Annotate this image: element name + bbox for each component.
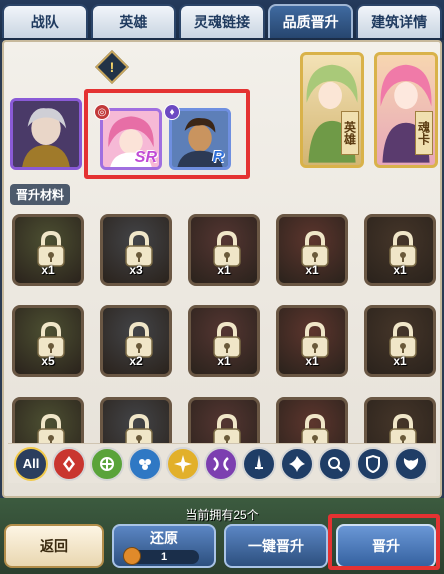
tab-bar: 战队 英雄 灵魂链接 品质晋升 建筑详情 (0, 0, 444, 40)
lock-icon (125, 231, 153, 267)
lock-icon (389, 322, 417, 359)
restore-cost: 1 (123, 547, 199, 565)
material-count: x1 (305, 354, 319, 369)
material-slot[interactable]: x1 (188, 305, 260, 378)
tab-soul-link[interactable]: 灵魂链接 (179, 4, 265, 38)
exclamation-icon[interactable]: ! (95, 50, 129, 84)
shuriken-class-icon (289, 455, 305, 472)
material-count: x1 (393, 263, 407, 277)
water-element-icon (139, 458, 151, 470)
bomb-icon (123, 547, 141, 565)
material-slot[interactable]: x3 (100, 214, 172, 286)
material-slot[interactable]: x1 (188, 214, 260, 286)
back-button-label: 返回 (40, 538, 68, 554)
material-count: x3 (129, 263, 143, 277)
material-slot[interactable]: x1 (364, 214, 436, 286)
material-count: x1 (393, 354, 407, 369)
light-element-filter-button[interactable] (166, 446, 200, 481)
lock-icon (213, 231, 241, 267)
wing-class-filter-button[interactable] (394, 446, 428, 481)
material-slot[interactable]: x1 (12, 214, 84, 286)
material-slot[interactable]: x1 (276, 305, 348, 378)
upgrade-slots-highlight (84, 89, 250, 179)
magnifier-class-icon (328, 456, 343, 472)
element-filter-bar: All (8, 443, 436, 483)
one-key-upgrade-label: 一键晋升 (248, 538, 304, 554)
lock-icon (37, 231, 65, 267)
wing-class-icon (403, 457, 419, 470)
magnifier-class-filter-button[interactable] (318, 446, 352, 481)
wind-element-filter-button[interactable] (90, 446, 124, 481)
lock-icon (213, 322, 241, 359)
lock-icon (37, 322, 65, 359)
material-count: x1 (217, 263, 231, 277)
materials-label: 晋升材料 (10, 184, 71, 205)
restore-button-label: 还原 (150, 530, 178, 546)
bottom-bar: 当前拥有25个 返回 还原 1 一键晋升 晋升 (0, 498, 444, 574)
current-hero-portrait[interactable] (10, 98, 82, 170)
all-filter-filter-button[interactable]: All (14, 446, 48, 481)
upgrade-panel: ! SR ◎ R ♦ 英雄 魂卡 晋升材料 x1 x3 x1 x1 x1 x5 … (2, 40, 442, 498)
fire-element-filter-button[interactable] (52, 446, 86, 481)
all-filter-label: All (22, 456, 40, 471)
owned-count-text: 当前拥有25个 (185, 508, 259, 522)
lock-icon (389, 231, 417, 267)
sword-class-filter-button[interactable] (242, 446, 276, 481)
material-slot[interactable]: x5 (12, 305, 84, 378)
tab-hero[interactable]: 英雄 (90, 4, 177, 38)
material-slot[interactable]: x1 (364, 305, 436, 378)
restore-cost-value: 1 (160, 551, 168, 563)
shuriken-class-filter-button[interactable] (280, 446, 314, 481)
upgrade-button-label: 晋升 (372, 538, 400, 554)
soul-card[interactable]: 魂卡 (374, 52, 438, 168)
shield-class-icon (366, 454, 380, 473)
materials-grid: x1 x3 x1 x1 x1 x5 x2 x1 x1 x1 (12, 214, 436, 474)
material-count: x5 (41, 354, 55, 369)
hero-portrait-art (13, 101, 79, 167)
dark-element-icon (213, 456, 229, 471)
sword-class-icon (255, 454, 263, 470)
one-key-upgrade-button[interactable]: 一键晋升 (224, 524, 328, 568)
hero-card[interactable]: 英雄 (300, 52, 364, 168)
shield-class-filter-button[interactable] (356, 446, 390, 481)
restore-button[interactable]: 还原 1 (112, 524, 216, 568)
material-count: x2 (129, 354, 143, 369)
tab-quality-upgrade[interactable]: 品质晋升 (267, 4, 354, 38)
light-element-icon (174, 454, 192, 473)
tab-team[interactable]: 战队 (2, 4, 88, 38)
upgrade-button[interactable]: 晋升 (336, 524, 436, 568)
lock-icon (301, 231, 329, 267)
material-count: x1 (305, 263, 319, 277)
tab-building-detail[interactable]: 建筑详情 (356, 4, 442, 38)
water-element-filter-button[interactable] (128, 446, 162, 481)
hero-card-tag: 英雄 (341, 111, 359, 155)
material-slot[interactable]: x2 (100, 305, 172, 378)
lock-icon (125, 322, 153, 359)
soul-card-tag: 魂卡 (415, 111, 433, 155)
material-count: x1 (217, 354, 231, 369)
back-button[interactable]: 返回 (4, 524, 104, 568)
fire-element-icon (63, 455, 75, 472)
dark-element-filter-button[interactable] (204, 446, 238, 481)
lock-icon (301, 322, 329, 359)
material-count: x1 (41, 263, 55, 277)
wind-element-icon (100, 456, 114, 471)
material-slot[interactable]: x1 (276, 214, 348, 286)
